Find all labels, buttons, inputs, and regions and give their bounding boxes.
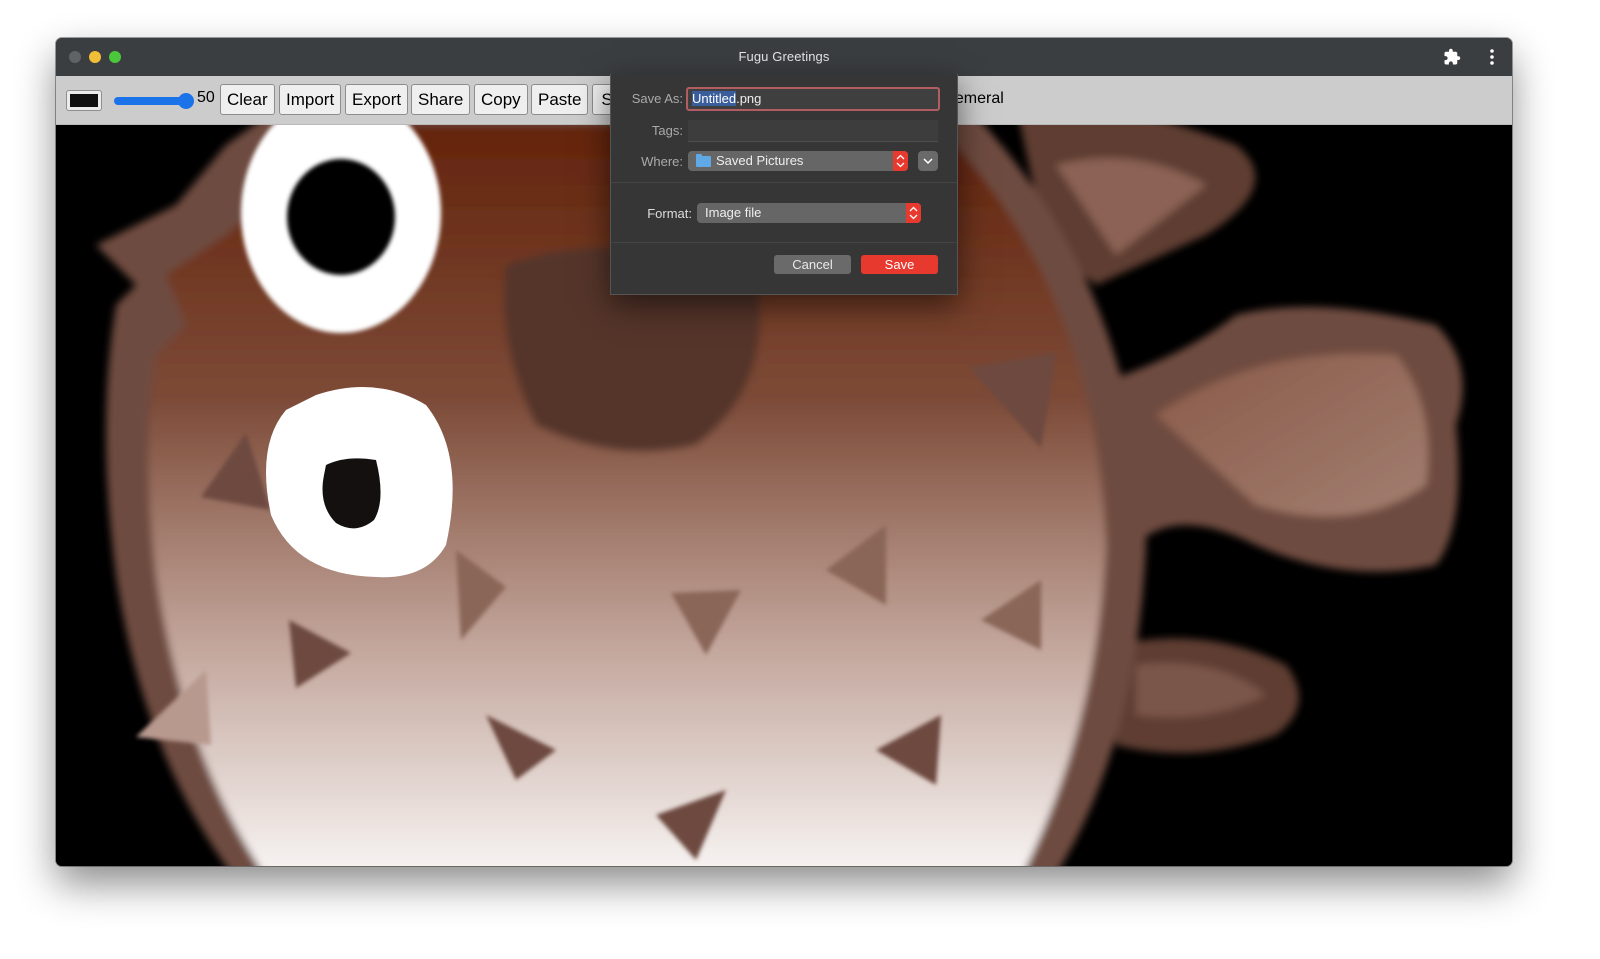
- chevron-down-icon: [923, 158, 933, 165]
- drawn-eye: [266, 387, 453, 578]
- tags-input[interactable]: [688, 120, 938, 142]
- where-label: Where:: [641, 154, 683, 169]
- browser-window: Fugu Greetings 50 Clear Import Export Sh…: [56, 38, 1512, 866]
- format-select[interactable]: Image file: [697, 203, 921, 223]
- where-value: Saved Pictures: [716, 153, 804, 168]
- brush-size-slider[interactable]: [114, 93, 194, 109]
- where-select[interactable]: Saved Pictures: [688, 151, 908, 171]
- format-value: Image file: [705, 205, 762, 220]
- save-as-label: Save As:: [631, 91, 683, 106]
- copy-button[interactable]: Copy: [474, 84, 528, 115]
- title-bar: Fugu Greetings: [56, 38, 1512, 76]
- share-button[interactable]: Share: [411, 84, 471, 115]
- dialog-divider: [611, 242, 957, 243]
- save-as-input[interactable]: Untitled.png: [686, 87, 940, 111]
- filename-extension: .png: [736, 91, 762, 106]
- kebab-menu-icon[interactable]: [1484, 47, 1500, 67]
- tags-label: Tags:: [651, 123, 683, 138]
- dialog-divider: [611, 182, 957, 183]
- puzzle-icon[interactable]: [1443, 48, 1461, 66]
- brush-color-picker[interactable]: [66, 90, 102, 111]
- clear-button[interactable]: Clear: [220, 84, 275, 115]
- brush-size-value: 50: [197, 89, 215, 106]
- window-title: Fugu Greetings: [738, 49, 830, 64]
- cancel-button[interactable]: Cancel: [774, 255, 851, 274]
- brush-color-preview: [70, 94, 98, 107]
- format-stepper-icon: [906, 203, 921, 223]
- save-file-dialog: Save As: Untitled.png Tags: Where: Saved…: [610, 74, 958, 295]
- slider-track: [114, 97, 188, 105]
- expand-browser-button[interactable]: [918, 151, 938, 171]
- export-button[interactable]: Export: [345, 84, 409, 115]
- filename-selected-text: Untitled: [692, 91, 737, 106]
- import-button[interactable]: Import: [279, 84, 342, 115]
- slider-thumb[interactable]: [178, 93, 194, 109]
- save-button[interactable]: Save: [861, 255, 938, 274]
- paste-button[interactable]: Paste: [531, 84, 589, 115]
- folder-icon: [696, 154, 711, 167]
- format-label: Format:: [647, 206, 692, 221]
- where-stepper-icon: [893, 151, 908, 171]
